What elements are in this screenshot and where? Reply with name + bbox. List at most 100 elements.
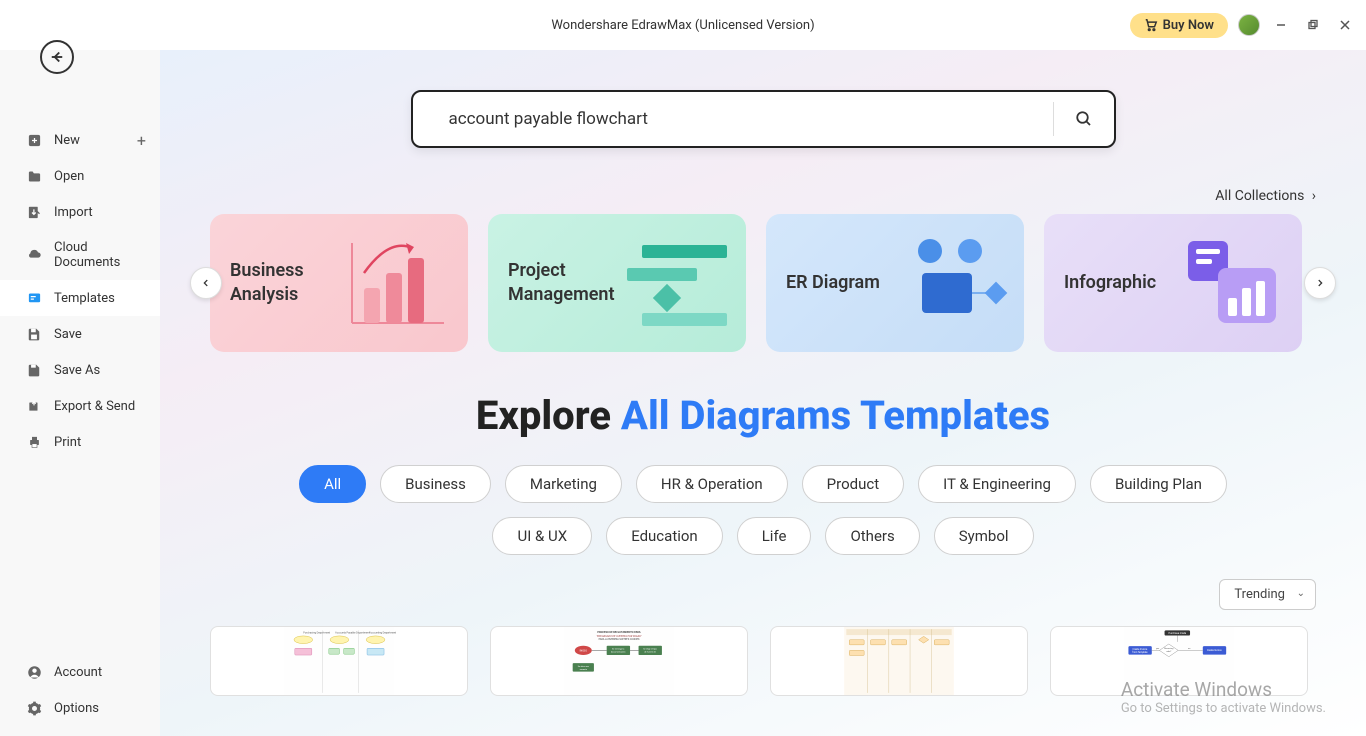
chart-icon bbox=[344, 233, 454, 333]
folder-icon bbox=[26, 168, 42, 184]
explore-heading: Explore All Diagrams Templates bbox=[190, 392, 1336, 439]
category-card-er-diagram[interactable]: ER Diagram bbox=[766, 214, 1024, 352]
category-card-title: Business Analysis bbox=[230, 259, 360, 308]
sidebar-item-print[interactable]: Print bbox=[0, 424, 160, 460]
minimize-button[interactable] bbox=[1270, 14, 1292, 36]
category-card-title: ER Diagram bbox=[786, 271, 880, 295]
sidebar-item-label: Account bbox=[54, 665, 102, 680]
template-card[interactable]: PROCESO DE RECLUTAMIENTO PARA"ENCARGADO … bbox=[490, 626, 748, 696]
svg-text:Purchasing Department: Purchasing Department bbox=[303, 630, 330, 634]
plus-icon[interactable]: + bbox=[137, 131, 146, 150]
maximize-button[interactable] bbox=[1302, 14, 1324, 36]
filter-pill-marketing[interactable]: Marketing bbox=[505, 465, 622, 503]
print-icon bbox=[26, 434, 42, 450]
sidebar: New + Open Import Cloud Documents Templa… bbox=[0, 50, 160, 736]
carousel-next-button[interactable] bbox=[1304, 267, 1336, 299]
chevron-right-icon: › bbox=[1312, 188, 1316, 204]
chevron-down-icon: ⌄ bbox=[1297, 588, 1305, 599]
filter-pill-product[interactable]: Product bbox=[802, 465, 904, 503]
svg-text:Purchase made: Purchase made bbox=[1168, 631, 1186, 635]
sidebar-item-account[interactable]: Account bbox=[0, 654, 160, 690]
category-card-business-analysis[interactable]: Business Analysis bbox=[210, 214, 468, 352]
svg-text:from Template: from Template bbox=[1132, 651, 1148, 654]
filter-pill-life[interactable]: Life bbox=[737, 517, 812, 555]
filter-pill-business[interactable]: Business bbox=[380, 465, 491, 503]
plus-square-icon bbox=[26, 132, 42, 148]
category-carousel: Business Analysis Project Management ER … bbox=[190, 214, 1336, 352]
gantt-icon bbox=[622, 233, 732, 333]
sidebar-item-import[interactable]: Import bbox=[0, 194, 160, 230]
category-card-title: Project Management bbox=[508, 259, 638, 308]
templates-icon bbox=[26, 290, 42, 306]
sidebar-item-label: Cloud Documents bbox=[54, 240, 146, 270]
filter-pill-it-engineering[interactable]: IT & Engineering bbox=[918, 465, 1076, 503]
templates-grid: Purchasing Department Accounts Payable De… bbox=[190, 626, 1336, 696]
filter-pill-building-plan[interactable]: Building Plan bbox=[1090, 465, 1227, 503]
filter-pill-ui-ux[interactable]: UI & UX bbox=[492, 517, 592, 555]
all-collections-link[interactable]: All Collections › bbox=[190, 188, 1336, 204]
account-icon bbox=[26, 664, 42, 680]
filter-pill-others[interactable]: Others bbox=[825, 517, 919, 555]
sidebar-item-label: Import bbox=[54, 205, 93, 220]
sidebar-item-open[interactable]: Open bbox=[0, 158, 160, 194]
svg-text:Recurring: Recurring bbox=[1164, 647, 1174, 650]
sidebar-item-label: Options bbox=[54, 701, 99, 716]
gear-icon bbox=[26, 700, 42, 716]
sidebar-item-save[interactable]: Save bbox=[0, 316, 160, 352]
svg-text:Se elige el tipo: Se elige el tipo bbox=[643, 648, 657, 651]
svg-text:vacante: vacante bbox=[580, 668, 588, 671]
sidebar-item-label: Save bbox=[54, 327, 82, 342]
category-card-title: Infographic bbox=[1064, 271, 1156, 295]
svg-text:Se entrega la: Se entrega la bbox=[612, 648, 625, 651]
filter-pill-all[interactable]: All bbox=[299, 465, 366, 503]
search-button[interactable] bbox=[1074, 92, 1114, 146]
svg-text:Accounting Department: Accounting Department bbox=[369, 630, 396, 634]
divider bbox=[1053, 102, 1054, 136]
category-card-project-management[interactable]: Project Management bbox=[488, 214, 746, 352]
sidebar-item-options[interactable]: Options bbox=[0, 690, 160, 726]
svg-text:de fuente de: de fuente de bbox=[644, 651, 657, 654]
sort-dropdown[interactable]: Trending ⌄ bbox=[1219, 579, 1316, 610]
svg-text:Create Invoice: Create Invoice bbox=[1207, 649, 1222, 652]
svg-text:"ENCARGADO DE CUENTAS POR PAGA: "ENCARGADO DE CUENTAS POR PAGAR" bbox=[596, 634, 641, 638]
sidebar-item-export[interactable]: Export & Send bbox=[0, 388, 160, 424]
sidebar-item-label: Export & Send bbox=[54, 399, 135, 414]
titlebar-controls: Buy Now bbox=[1130, 13, 1356, 38]
sidebar-item-cloud[interactable]: Cloud Documents bbox=[0, 230, 160, 280]
svg-text:PROCESO DE RECLUTAMIENTO PARA: PROCESO DE RECLUTAMIENTO PARA bbox=[597, 630, 641, 634]
cloud-icon bbox=[26, 247, 42, 263]
sidebar-item-templates[interactable]: Templates bbox=[0, 280, 160, 316]
svg-text:sale?: sale? bbox=[1166, 650, 1171, 653]
sidebar-item-new[interactable]: New + bbox=[0, 122, 160, 158]
sidebar-item-saveas[interactable]: Save As bbox=[0, 352, 160, 388]
saveas-icon bbox=[26, 362, 42, 378]
template-card[interactable] bbox=[770, 626, 1028, 696]
sidebar-item-label: Templates bbox=[54, 291, 115, 306]
svg-text:PARA LA EMPRESA SOPHIE'S COOKI: PARA LA EMPRESA SOPHIE'S COOKIES bbox=[599, 638, 640, 641]
search-input[interactable] bbox=[449, 109, 1043, 129]
user-avatar[interactable] bbox=[1238, 14, 1260, 36]
sidebar-item-label: Save As bbox=[54, 363, 100, 378]
buy-now-button[interactable]: Buy Now bbox=[1130, 13, 1228, 38]
diagram-icon bbox=[900, 233, 1010, 333]
svg-text:Accounts Payable Department: Accounts Payable Department bbox=[335, 630, 370, 634]
filter-pill-symbol[interactable]: Symbol bbox=[934, 517, 1034, 555]
category-card-infographic[interactable]: Infographic bbox=[1044, 214, 1302, 352]
filter-pill-hr-operation[interactable]: HR & Operation bbox=[636, 465, 788, 503]
filter-pill-education[interactable]: Education bbox=[606, 517, 723, 555]
close-button[interactable] bbox=[1334, 14, 1356, 36]
svg-text:Create Invoice: Create Invoice bbox=[1133, 648, 1148, 651]
carousel-prev-button[interactable] bbox=[190, 267, 222, 299]
import-icon bbox=[26, 204, 42, 220]
template-card[interactable]: Purchasing Department Accounts Payable De… bbox=[210, 626, 468, 696]
search-box bbox=[411, 90, 1116, 148]
cart-icon bbox=[1144, 18, 1158, 32]
sidebar-item-label: New bbox=[54, 133, 80, 148]
save-icon bbox=[26, 326, 42, 342]
sidebar-item-label: Print bbox=[54, 435, 81, 450]
app-title: Wondershare EdrawMax (Unlicensed Version… bbox=[551, 18, 814, 33]
export-icon bbox=[26, 398, 42, 414]
svg-text:yes: yes bbox=[1156, 647, 1159, 650]
titlebar: Wondershare EdrawMax (Unlicensed Version… bbox=[0, 0, 1366, 50]
template-card[interactable]: Purchase madeCreate Invoicefrom Template… bbox=[1050, 626, 1308, 696]
